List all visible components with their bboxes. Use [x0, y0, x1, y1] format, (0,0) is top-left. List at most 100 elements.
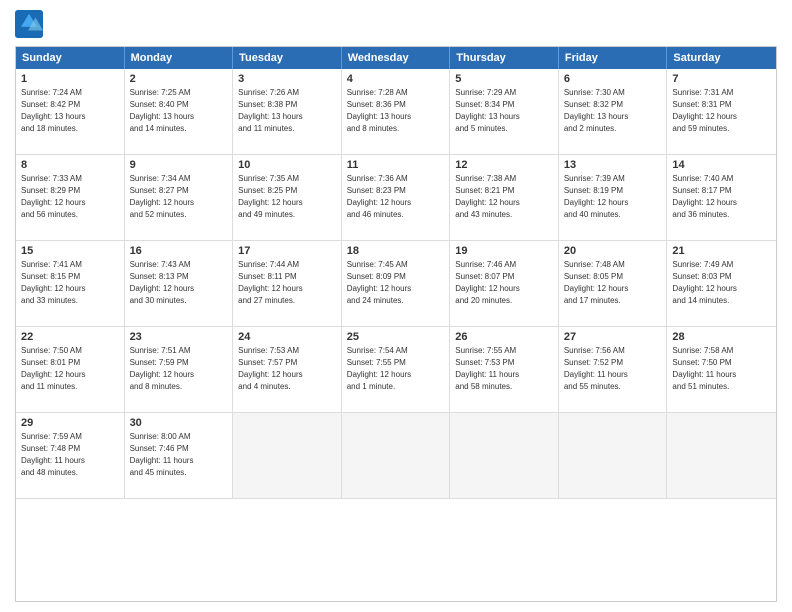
- day-info: Sunrise: 7:55 AMSunset: 7:53 PMDaylight:…: [455, 345, 553, 393]
- day-cell-27: 27 Sunrise: 7:56 AMSunset: 7:52 PMDayligh…: [559, 327, 668, 413]
- day-info: Sunrise: 7:43 AMSunset: 8:13 PMDaylight:…: [130, 259, 228, 307]
- day-number: 16: [130, 245, 228, 257]
- day-number: 28: [672, 331, 771, 343]
- calendar-body: 1Sunrise: 7:24 AMSunset: 8:42 PMDaylight…: [16, 69, 776, 499]
- day-info: Sunrise: 7:54 AMSunset: 7:55 PMDaylight:…: [347, 345, 445, 393]
- day-info: Sunrise: 7:26 AMSunset: 8:38 PMDaylight:…: [238, 87, 336, 135]
- day-number: 7: [672, 73, 771, 85]
- day-number: 9: [130, 159, 228, 171]
- day-header-monday: Monday: [125, 47, 234, 69]
- day-cell-14: 14 Sunrise: 7:40 AMSunset: 8:17 PMDayligh…: [667, 155, 776, 241]
- day-info: Sunrise: 7:51 AMSunset: 7:59 PMDaylight:…: [130, 345, 228, 393]
- logo: [15, 10, 47, 38]
- day-header-sunday: Sunday: [16, 47, 125, 69]
- day-number: 14: [672, 159, 771, 171]
- day-info: Sunrise: 7:48 AMSunset: 8:05 PMDaylight:…: [564, 259, 662, 307]
- day-info: Sunrise: 7:30 AMSunset: 8:32 PMDaylight:…: [564, 87, 662, 135]
- calendar: SundayMondayTuesdayWednesdayThursdayFrid…: [15, 46, 777, 602]
- day-cell-11: 11 Sunrise: 7:36 AMSunset: 8:23 PMDayligh…: [342, 155, 451, 241]
- day-cell-2: 2 Sunrise: 7:25 AMSunset: 8:40 PMDaylight…: [125, 69, 234, 155]
- empty-cell: [450, 413, 559, 499]
- day-cell-3: 3 Sunrise: 7:26 AMSunset: 8:38 PMDaylight…: [233, 69, 342, 155]
- day-number: 20: [564, 245, 662, 257]
- day-cell-6: 6 Sunrise: 7:30 AMSunset: 8:32 PMDaylight…: [559, 69, 668, 155]
- day-number: 6: [564, 73, 662, 85]
- day-cell-25: 25Sunrise: 7:54 AMSunset: 7:55 PMDayligh…: [342, 327, 451, 413]
- header: [15, 10, 777, 38]
- day-cell-9: 9 Sunrise: 7:34 AMSunset: 8:27 PMDaylight…: [125, 155, 234, 241]
- empty-cell: [559, 413, 668, 499]
- day-number: 4: [347, 73, 445, 85]
- empty-cell: [667, 413, 776, 499]
- day-info: Sunrise: 7:28 AMSunset: 8:36 PMDaylight:…: [347, 87, 445, 135]
- day-cell-1: 1Sunrise: 7:24 AMSunset: 8:42 PMDaylight…: [16, 69, 125, 155]
- day-number: 5: [455, 73, 553, 85]
- day-cell-23: 23 Sunrise: 7:51 AMSunset: 7:59 PMDayligh…: [125, 327, 234, 413]
- day-cell-26: 26 Sunrise: 7:55 AMSunset: 7:53 PMDayligh…: [450, 327, 559, 413]
- day-cell-7: 7 Sunrise: 7:31 AMSunset: 8:31 PMDaylight…: [667, 69, 776, 155]
- empty-cell: [233, 413, 342, 499]
- day-number: 29: [21, 417, 119, 429]
- day-number: 13: [564, 159, 662, 171]
- logo-icon: [15, 10, 43, 38]
- day-cell-5: 5 Sunrise: 7:29 AMSunset: 8:34 PMDaylight…: [450, 69, 559, 155]
- day-number: 8: [21, 159, 119, 171]
- day-cell-8: 8 Sunrise: 7:33 AMSunset: 8:29 PMDaylight…: [16, 155, 125, 241]
- day-info: Sunrise: 7:34 AMSunset: 8:27 PMDaylight:…: [130, 173, 228, 221]
- day-header-saturday: Saturday: [667, 47, 776, 69]
- day-header-tuesday: Tuesday: [233, 47, 342, 69]
- day-info: Sunrise: 7:39 AMSunset: 8:19 PMDaylight:…: [564, 173, 662, 221]
- day-info: Sunrise: 7:29 AMSunset: 8:34 PMDaylight:…: [455, 87, 553, 135]
- day-info: Sunrise: 7:40 AMSunset: 8:17 PMDaylight:…: [672, 173, 771, 221]
- day-number: 19: [455, 245, 553, 257]
- day-cell-19: 19 Sunrise: 7:46 AMSunset: 8:07 PMDayligh…: [450, 241, 559, 327]
- day-number: 22: [21, 331, 119, 343]
- day-cell-15: 15 Sunrise: 7:41 AMSunset: 8:15 PMDayligh…: [16, 241, 125, 327]
- day-info: Sunrise: 7:53 AMSunset: 7:57 PMDaylight:…: [238, 345, 336, 393]
- empty-cell: [342, 413, 451, 499]
- day-number: 23: [130, 331, 228, 343]
- day-cell-24: 24Sunrise: 7:53 AMSunset: 7:57 PMDayligh…: [233, 327, 342, 413]
- day-number: 2: [130, 73, 228, 85]
- day-number: 17: [238, 245, 336, 257]
- day-number: 3: [238, 73, 336, 85]
- calendar-header: SundayMondayTuesdayWednesdayThursdayFrid…: [16, 47, 776, 69]
- day-info: Sunrise: 7:35 AMSunset: 8:25 PMDaylight:…: [238, 173, 336, 221]
- day-info: Sunrise: 7:25 AMSunset: 8:40 PMDaylight:…: [130, 87, 228, 135]
- day-info: Sunrise: 7:59 AMSunset: 7:48 PMDaylight:…: [21, 431, 119, 479]
- day-cell-20: 20 Sunrise: 7:48 AMSunset: 8:05 PMDayligh…: [559, 241, 668, 327]
- day-header-friday: Friday: [559, 47, 668, 69]
- day-cell-17: 17Sunrise: 7:44 AMSunset: 8:11 PMDayligh…: [233, 241, 342, 327]
- day-cell-18: 18 Sunrise: 7:45 AMSunset: 8:09 PMDayligh…: [342, 241, 451, 327]
- day-cell-30: 30Sunrise: 8:00 AMSunset: 7:46 PMDayligh…: [125, 413, 234, 499]
- day-cell-28: 28 Sunrise: 7:58 AMSunset: 7:50 PMDayligh…: [667, 327, 776, 413]
- day-info: Sunrise: 7:45 AMSunset: 8:09 PMDaylight:…: [347, 259, 445, 307]
- day-number: 18: [347, 245, 445, 257]
- day-info: Sunrise: 7:36 AMSunset: 8:23 PMDaylight:…: [347, 173, 445, 221]
- day-info: Sunrise: 7:46 AMSunset: 8:07 PMDaylight:…: [455, 259, 553, 307]
- day-cell-4: 4 Sunrise: 7:28 AMSunset: 8:36 PMDaylight…: [342, 69, 451, 155]
- day-info: Sunrise: 7:38 AMSunset: 8:21 PMDaylight:…: [455, 173, 553, 221]
- day-number: 27: [564, 331, 662, 343]
- day-info: Sunrise: 7:33 AMSunset: 8:29 PMDaylight:…: [21, 173, 119, 221]
- day-cell-10: 10 Sunrise: 7:35 AMSunset: 8:25 PMDayligh…: [233, 155, 342, 241]
- day-number: 11: [347, 159, 445, 171]
- day-number: 21: [672, 245, 771, 257]
- day-info: Sunrise: 7:56 AMSunset: 7:52 PMDaylight:…: [564, 345, 662, 393]
- day-number: 15: [21, 245, 119, 257]
- day-info: Sunrise: 7:31 AMSunset: 8:31 PMDaylight:…: [672, 87, 771, 135]
- day-info: Sunrise: 7:24 AMSunset: 8:42 PMDaylight:…: [21, 87, 119, 135]
- day-info: Sunrise: 7:58 AMSunset: 7:50 PMDaylight:…: [672, 345, 771, 393]
- day-header-wednesday: Wednesday: [342, 47, 451, 69]
- day-cell-21: 21Sunrise: 7:49 AMSunset: 8:03 PMDayligh…: [667, 241, 776, 327]
- day-number: 10: [238, 159, 336, 171]
- day-cell-12: 12Sunrise: 7:38 AMSunset: 8:21 PMDayligh…: [450, 155, 559, 241]
- day-cell-13: 13 Sunrise: 7:39 AMSunset: 8:19 PMDayligh…: [559, 155, 668, 241]
- day-info: Sunrise: 7:41 AMSunset: 8:15 PMDaylight:…: [21, 259, 119, 307]
- day-number: 26: [455, 331, 553, 343]
- day-header-thursday: Thursday: [450, 47, 559, 69]
- day-info: Sunrise: 7:50 AMSunset: 8:01 PMDaylight:…: [21, 345, 119, 393]
- day-cell-16: 16 Sunrise: 7:43 AMSunset: 8:13 PMDayligh…: [125, 241, 234, 327]
- day-cell-22: 22 Sunrise: 7:50 AMSunset: 8:01 PMDayligh…: [16, 327, 125, 413]
- day-cell-29: 29 Sunrise: 7:59 AMSunset: 7:48 PMDayligh…: [16, 413, 125, 499]
